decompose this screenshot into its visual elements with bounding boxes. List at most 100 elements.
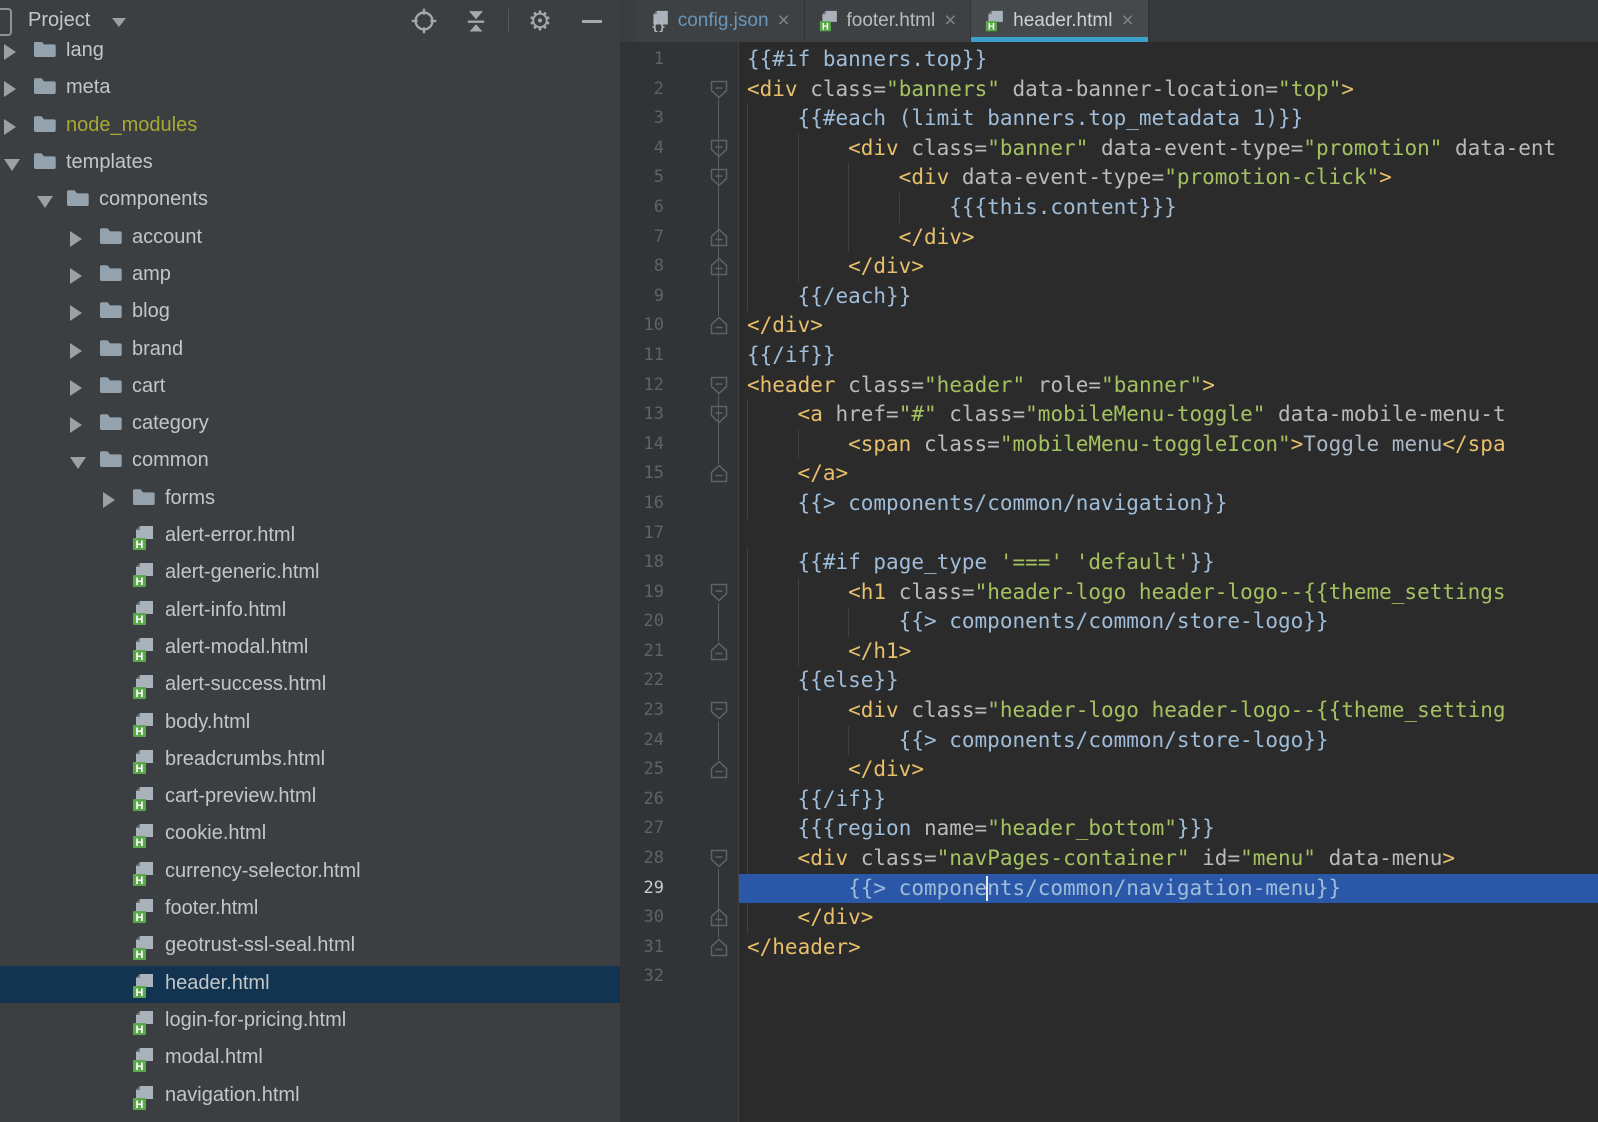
tree-folder-templates[interactable]: templates: [0, 145, 620, 182]
code-line-7[interactable]: </div>: [739, 222, 1598, 253]
tree-folder-amp[interactable]: amp: [0, 257, 620, 294]
tree-expand-arrow-icon[interactable]: [70, 267, 82, 284]
tree-file-modal.html[interactable]: Hmodal.html: [0, 1040, 620, 1077]
code-line-3[interactable]: {{#each (limit banners.top_metadata 1)}}: [739, 104, 1598, 134]
code-line-9[interactable]: {{/each}}: [739, 281, 1598, 312]
tree-folder-account[interactable]: account: [0, 220, 620, 257]
code-line-8[interactable]: </div>: [739, 252, 1598, 282]
tree-folder-node_modules[interactable]: node_modules: [0, 108, 620, 145]
code-line-30[interactable]: </div>: [739, 903, 1598, 933]
chevron-down-icon[interactable]: [112, 18, 126, 27]
code-line-13[interactable]: <a href="#" class="mobileMenu-toggle" da…: [739, 400, 1598, 430]
tree-folder-meta[interactable]: meta: [0, 70, 620, 107]
fold-end-icon[interactable]: [710, 908, 728, 932]
tree-folder-blog[interactable]: blog: [0, 294, 620, 331]
code-line-16[interactable]: {{> components/common/navigation}}: [739, 488, 1598, 519]
tree-folder-forms[interactable]: forms: [0, 481, 620, 518]
tree-folder-common[interactable]: common: [0, 443, 620, 480]
tree-expand-arrow-icon[interactable]: [70, 379, 82, 396]
code-line-26[interactable]: {{/if}}: [739, 784, 1598, 815]
tree-file-alert-success.html[interactable]: Halert-success.html: [0, 667, 620, 704]
tree-expand-arrow-icon[interactable]: [4, 44, 16, 61]
fold-end-icon[interactable]: [710, 760, 728, 784]
code-line-10[interactable]: </div>: [739, 311, 1598, 341]
code-line-14[interactable]: <span class="mobileMenu-toggleIcon">Togg…: [739, 429, 1598, 460]
code-line-29[interactable]: {{> components/common/navigation-menu}}: [739, 873, 1598, 904]
tree-expand-arrow-icon[interactable]: [70, 305, 82, 322]
tree-file-alert-info.html[interactable]: Halert-info.html: [0, 593, 620, 630]
fold-collapse-icon[interactable]: [710, 168, 728, 192]
fold-end-icon[interactable]: [710, 464, 728, 488]
tree-collapse-arrow-icon[interactable]: [4, 159, 20, 171]
tree-expand-arrow-icon[interactable]: [103, 491, 115, 508]
code-line-21[interactable]: </h1>: [739, 636, 1598, 667]
tree-file-alert-generic.html[interactable]: Halert-generic.html: [0, 555, 620, 592]
close-tab-icon[interactable]: ×: [944, 10, 956, 31]
code-line-12[interactable]: <header class="header" role="banner">: [739, 371, 1598, 401]
tree-file-header.html[interactable]: Hheader.html: [0, 965, 620, 1003]
fold-collapse-icon[interactable]: [710, 80, 728, 104]
code-line-31[interactable]: </header>: [739, 933, 1598, 963]
code-line-19[interactable]: <h1 class="header-logo header-logo--{{th…: [739, 577, 1598, 608]
fold-end-icon[interactable]: [710, 228, 728, 252]
tree-expand-arrow-icon[interactable]: [70, 342, 82, 359]
code-viewport[interactable]: {{#if banners.top}} <div class="banners" …: [739, 42, 1598, 1122]
code-line-17[interactable]: [739, 519, 1598, 549]
collapse-all-icon[interactable]: [462, 7, 490, 35]
code-line-18[interactable]: {{#if page_type '===' 'default'}}: [739, 548, 1598, 578]
tree-folder-cart[interactable]: cart: [0, 369, 620, 406]
tree-folder-components[interactable]: components: [0, 182, 620, 219]
hide-panel-icon[interactable]: [578, 7, 606, 35]
tree-file-login-for-pricing.html[interactable]: Hlogin-for-pricing.html: [0, 1003, 620, 1040]
tree-folder-category[interactable]: category: [0, 406, 620, 443]
code-line-27[interactable]: {{{region name="header_bottom"}}}: [739, 814, 1598, 845]
tree-file-body.html[interactable]: Hbody.html: [0, 705, 620, 742]
project-toolbar-title[interactable]: Project: [28, 9, 90, 32]
tree-file-footer.html[interactable]: Hfooter.html: [0, 891, 620, 928]
tree-file-cookie.html[interactable]: Hcookie.html: [0, 816, 620, 853]
code-line-22[interactable]: {{else}}: [739, 666, 1598, 697]
tree-file-breadcrumbs.html[interactable]: Hbreadcrumbs.html: [0, 742, 620, 779]
fold-collapse-icon[interactable]: [710, 405, 728, 429]
fold-collapse-icon[interactable]: [710, 583, 728, 607]
fold-collapse-icon[interactable]: [710, 139, 728, 163]
tree-file-navigation.html[interactable]: Hnavigation.html: [0, 1078, 620, 1115]
code-line-4[interactable]: <div class="banner" data-event-type="pro…: [739, 133, 1598, 164]
code-line-5[interactable]: <div data-event-type="promotion-click">: [739, 163, 1598, 193]
tree-collapse-arrow-icon[interactable]: [37, 196, 53, 209]
fold-collapse-icon[interactable]: [710, 849, 728, 873]
fold-end-icon[interactable]: [710, 316, 728, 340]
code-line-32[interactable]: [739, 962, 1598, 992]
fold-end-icon[interactable]: [710, 642, 728, 666]
tree-file-currency-selector.html[interactable]: Hcurrency-selector.html: [0, 854, 620, 891]
code-line-11[interactable]: {{/if}}: [739, 341, 1598, 371]
tree-file-cart-preview.html[interactable]: Hcart-preview.html: [0, 779, 620, 816]
tree-file-alert-modal.html[interactable]: Halert-modal.html: [0, 630, 620, 667]
code-line-15[interactable]: </a>: [739, 459, 1598, 489]
editor-tab-config.json[interactable]: {} config.json ×: [636, 0, 805, 42]
locate-icon[interactable]: [410, 7, 438, 35]
tree-expand-arrow-icon[interactable]: [4, 81, 16, 98]
code-line-24[interactable]: {{> components/common/store-logo}}: [739, 725, 1598, 756]
code-line-25[interactable]: </div>: [739, 755, 1598, 785]
code-line-20[interactable]: {{> components/common/store-logo}}: [739, 607, 1598, 637]
tree-expand-arrow-icon[interactable]: [70, 230, 82, 247]
tree-collapse-arrow-icon[interactable]: [70, 457, 86, 470]
close-tab-icon[interactable]: ×: [1121, 10, 1133, 31]
tree-expand-arrow-icon[interactable]: [4, 118, 16, 135]
fold-end-icon[interactable]: [710, 257, 728, 281]
tree-file-geotrust-ssl-seal.html[interactable]: Hgeotrust-ssl-seal.html: [0, 928, 620, 965]
fold-collapse-icon[interactable]: [710, 376, 728, 400]
code-line-2[interactable]: <div class="banners" data-banner-locatio…: [739, 75, 1598, 105]
tree-expand-arrow-icon[interactable]: [70, 417, 82, 434]
code-line-6[interactable]: {{{this.content}}}: [739, 192, 1598, 223]
tree-folder-brand[interactable]: brand: [0, 332, 620, 369]
editor-tab-header.html[interactable]: Hheader.html ×: [971, 0, 1149, 42]
close-tab-icon[interactable]: ×: [778, 10, 790, 31]
editor-tab-footer.html[interactable]: Hfooter.html ×: [804, 0, 972, 42]
fold-collapse-icon[interactable]: [710, 701, 728, 725]
tree-file-alert-error.html[interactable]: Halert-error.html: [0, 518, 620, 555]
fold-end-icon[interactable]: [710, 938, 728, 962]
settings-gear-icon[interactable]: ⚙: [526, 7, 554, 35]
code-line-23[interactable]: <div class="header-logo header-logo--{{t…: [739, 696, 1598, 726]
